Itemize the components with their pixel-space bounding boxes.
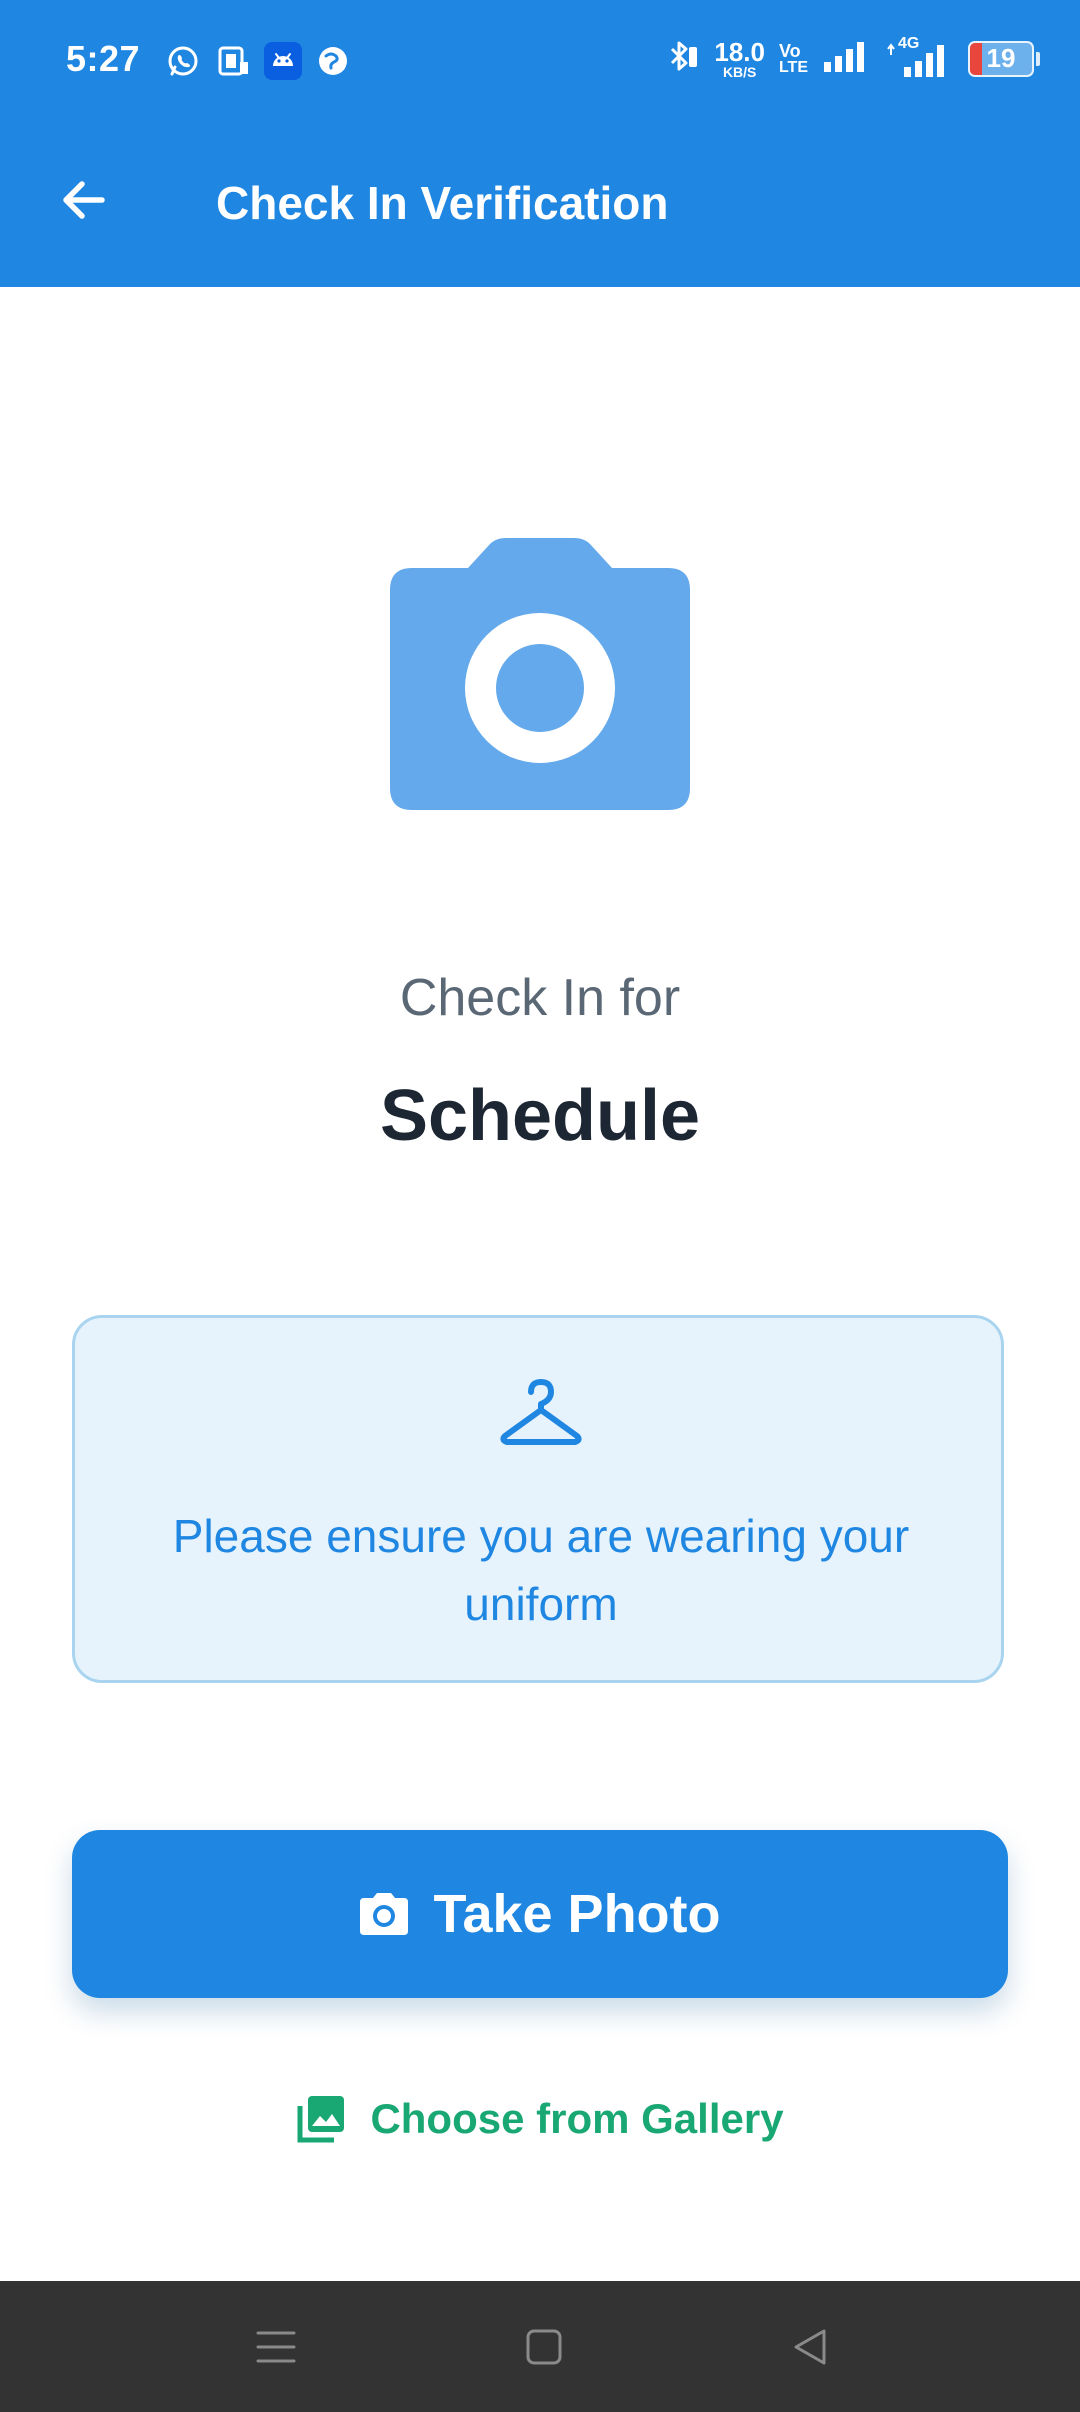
battery-tip [1036,51,1040,66]
battery-icon: 19 [968,40,1040,77]
camera-hero-icon [390,538,690,810]
uniform-notice-card: Please ensure you are wearing your unifo… [72,1315,1004,1683]
back-icon [794,2329,826,2365]
top-bar: 5:27 18.0 KB/S Vo LTE 4G 19 Check In Ver… [0,0,1080,287]
android-icon [264,42,302,80]
signal-4g-icon: 4G [884,35,954,79]
uniform-notice-text: Please ensure you are wearing your unifo… [172,1510,910,1630]
volte-line1: Vo [778,40,801,61]
browser-icon [314,42,352,80]
app-bar: Check In Verification [0,124,1080,287]
status-bar: 5:27 18.0 KB/S Vo LTE 4G 19 [0,0,1080,124]
volte-indicator: Vo LTE [779,42,808,76]
whatsapp-icon [164,42,202,80]
system-nav-bar [0,2281,1080,2412]
camera-icon [360,1893,409,1935]
nav-home-button[interactable] [508,2311,580,2383]
hanger-icon [500,1379,582,1445]
page-title: Check In Verification [216,177,669,229]
take-photo-button[interactable]: Take Photo [72,1830,1008,1998]
menu-icon [256,2331,296,2363]
network-speed: 18.0 KB/S [714,39,765,79]
back-button[interactable] [44,160,124,240]
home-icon [526,2329,562,2365]
battery-fill [970,42,982,75]
phone-sim-icon [214,42,252,80]
signal-icon [822,38,870,79]
battery-body: 19 [968,40,1034,77]
camera-icon [390,538,690,810]
take-photo-label: Take Photo [433,1884,721,1944]
check-in-label: Check In for [399,969,681,1027]
nav-menu-button[interactable] [240,2311,312,2383]
schedule-title: Schedule [379,1076,701,1156]
notification-icons [164,42,352,80]
arrow-left-icon [63,181,105,219]
gallery-icon [297,2096,345,2143]
gallery-label: Choose from Gallery [370,2095,784,2142]
status-time: 5:27 [66,38,141,79]
volte-line2: LTE [778,58,808,76]
system-status-icons: 18.0 KB/S Vo LTE 4G 19 [664,35,1040,79]
check-in-verification-screen: 5:27 18.0 KB/S Vo LTE 4G 19 Check In Ver… [0,0,1080,2412]
nav-back-button[interactable] [774,2311,846,2383]
choose-from-gallery-button[interactable]: Choose from Gallery [0,2084,1080,2154]
bluetooth-icon [664,38,700,79]
battery-level: 19 [986,43,1016,73]
network-speed-unit: KB/S [722,63,757,80]
network-speed-value: 18.0 [714,36,765,67]
